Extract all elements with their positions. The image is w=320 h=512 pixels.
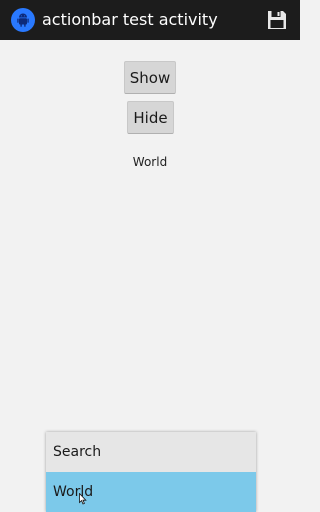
android-robot-icon[interactable] <box>11 8 35 32</box>
hide-button[interactable]: Hide <box>127 101 174 134</box>
save-floppy-icon <box>268 11 286 29</box>
mouse-cursor-icon <box>79 493 87 505</box>
menu-item-world[interactable]: World <box>46 472 256 512</box>
save-action-button[interactable] <box>262 6 292 34</box>
message-text: World <box>132 155 168 169</box>
menu-item-search[interactable]: Search <box>46 432 256 472</box>
app-title: actionbar test activity <box>42 10 218 29</box>
popup-menu: Search World <box>46 432 256 512</box>
action-bar: actionbar test activity <box>0 0 300 40</box>
show-button[interactable]: Show <box>124 61 176 94</box>
